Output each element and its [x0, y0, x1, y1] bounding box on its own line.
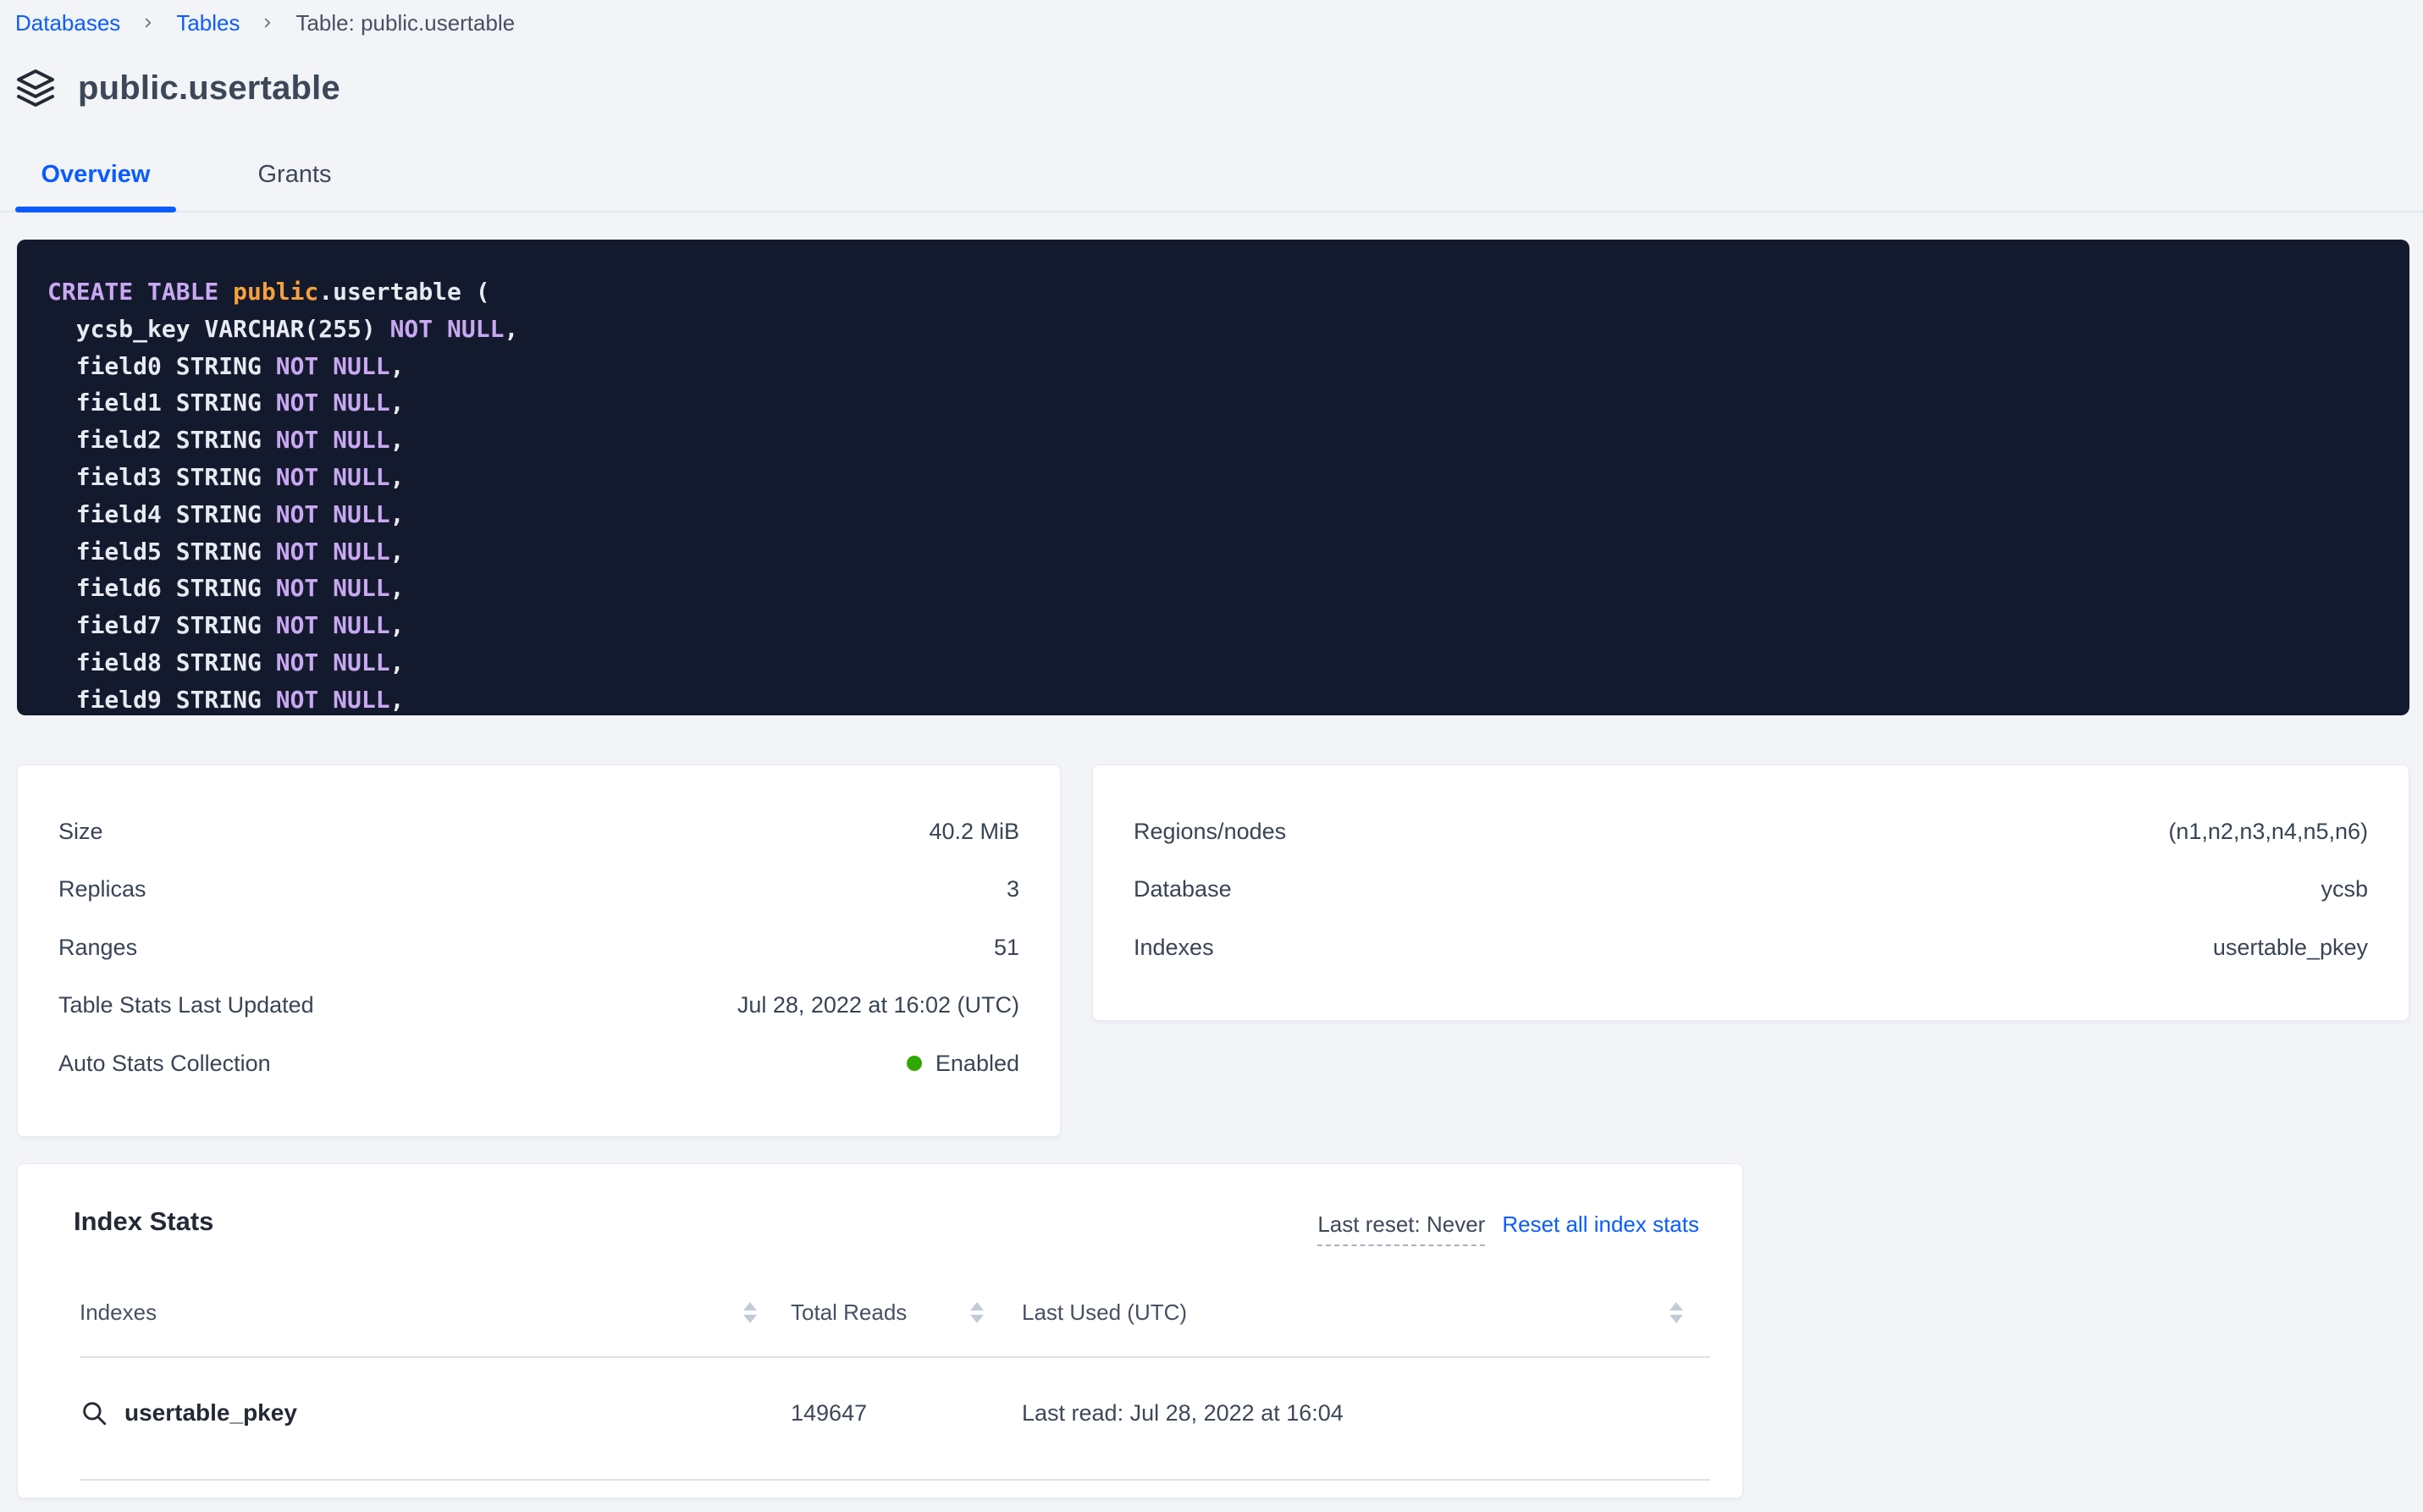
breadcrumb-link-databases[interactable]: Databases [15, 10, 120, 36]
detail-label: Indexes [1134, 935, 1214, 961]
index-name-link[interactable]: usertable_pkey [80, 1399, 791, 1427]
sql-line: field3 STRING NOT NULL, [47, 459, 2374, 496]
table-row: usertable_pkey 149647 Last read: Jul 28,… [80, 1362, 1710, 1464]
page-title: public.usertable [78, 69, 340, 108]
column-header-label: Indexes [80, 1300, 157, 1326]
create-table-statement: CREATE TABLE public.usertable ( ycsb_key… [17, 240, 2409, 715]
detail-value: usertable_pkey [2213, 935, 2368, 961]
detail-label: Replicas [58, 876, 146, 902]
enabled-status-dot [907, 1056, 922, 1071]
column-header-total-reads[interactable]: Total Reads [791, 1300, 1022, 1326]
column-header-last-used[interactable]: Last Used (UTC) [1022, 1300, 1710, 1326]
sort-arrows-icon [1670, 1302, 1683, 1323]
detail-value: Jul 28, 2022 at 16:02 (UTC) [737, 992, 1019, 1018]
breadcrumb-current: Table: public.usertable [295, 10, 515, 36]
sort-arrows-icon [743, 1302, 757, 1323]
sql-line: ycsb_key VARCHAR(255) NOT NULL, [47, 311, 2374, 348]
column-header-label: Total Reads [791, 1300, 907, 1326]
sql-line: field4 STRING NOT NULL, [47, 496, 2374, 533]
index-stats-card: Index Stats Last reset: Never Reset all … [17, 1163, 1743, 1498]
detail-label: Size [58, 819, 103, 845]
breadcrumb-link-tables[interactable]: Tables [176, 10, 240, 36]
sql-line: field6 STRING NOT NULL, [47, 570, 2374, 607]
table-stack-icon [15, 68, 56, 108]
last-used-cell: Last read: Jul 28, 2022 at 16:04 [1022, 1400, 1710, 1426]
active-tab-indicator [15, 207, 176, 212]
detail-value: 51 [994, 935, 1019, 961]
table-details-card: Size 40.2 MiB Replicas 3 Ranges 51 Table… [17, 764, 1061, 1137]
reset-all-index-stats-link[interactable]: Reset all index stats [1502, 1211, 1699, 1238]
detail-label: Auto Stats Collection [58, 1051, 271, 1077]
detail-row-replicas: Replicas 3 [58, 861, 1019, 919]
column-header-indexes[interactable]: Indexes [80, 1300, 791, 1326]
last-reset-label: Last reset: Never [1317, 1211, 1485, 1246]
tab-grants[interactable]: Grants [227, 161, 362, 189]
detail-row-ranges: Ranges 51 [58, 919, 1019, 977]
detail-value: (n1,n2,n3,n4,n5,n6) [2168, 819, 2368, 845]
sql-line: field0 STRING NOT NULL, [47, 348, 2374, 385]
detail-row-database: Database ycsb [1134, 861, 2368, 919]
sql-line: field8 STRING NOT NULL, [47, 644, 2374, 682]
detail-row-auto-stats: Auto Stats Collection Enabled [58, 1035, 1019, 1093]
chevron-right-icon [141, 14, 156, 32]
sql-line: field5 STRING NOT NULL, [47, 533, 2374, 571]
detail-value: 40.2 MiB [929, 819, 1019, 845]
table-header-divider [80, 1356, 1710, 1358]
detail-label: Regions/nodes [1134, 819, 1286, 845]
total-reads-cell: 149647 [791, 1400, 1022, 1426]
tab-divider [0, 211, 2423, 212]
detail-label: Table Stats Last Updated [58, 992, 314, 1018]
detail-row-size: Size 40.2 MiB [58, 803, 1019, 861]
tab-overview[interactable]: Overview [15, 161, 176, 189]
detail-label: Database [1134, 876, 1232, 902]
detail-value: Enabled [907, 1051, 1019, 1077]
sql-line: CREATE TABLE public.usertable ( [47, 273, 2374, 311]
breadcrumb: Databases Tables Table: public.usertable [15, 10, 515, 36]
index-stats-controls: Last reset: Never Reset all index stats [1317, 1211, 1699, 1246]
index-stats-title: Index Stats [74, 1206, 213, 1237]
sql-line: field7 STRING NOT NULL, [47, 607, 2374, 644]
index-table-header: Indexes Total Reads Last Used (UTC) [80, 1300, 1710, 1326]
index-name-text: usertable_pkey [124, 1399, 297, 1426]
column-header-label: Last Used (UTC) [1022, 1300, 1187, 1326]
sql-line: field9 STRING NOT NULL, [47, 682, 2374, 715]
page-header: public.usertable [15, 68, 340, 108]
sql-line: field2 STRING NOT NULL, [47, 422, 2374, 459]
detail-label: Ranges [58, 935, 137, 961]
chevron-right-icon [260, 14, 275, 32]
status-text: Enabled [936, 1051, 1019, 1077]
detail-row-stats-updated: Table Stats Last Updated Jul 28, 2022 at… [58, 977, 1019, 1035]
search-icon [80, 1399, 108, 1427]
detail-value: 3 [1007, 876, 1019, 902]
detail-row-indexes: Indexes usertable_pkey [1134, 919, 2368, 977]
detail-value: ycsb [2321, 876, 2368, 902]
table-meta-card: Regions/nodes (n1,n2,n3,n4,n5,n6) Databa… [1092, 764, 2409, 1021]
sql-line: field1 STRING NOT NULL, [47, 384, 2374, 422]
table-row-divider [80, 1479, 1710, 1481]
sort-arrows-icon [970, 1302, 984, 1323]
detail-row-regions: Regions/nodes (n1,n2,n3,n4,n5,n6) [1134, 803, 2368, 861]
